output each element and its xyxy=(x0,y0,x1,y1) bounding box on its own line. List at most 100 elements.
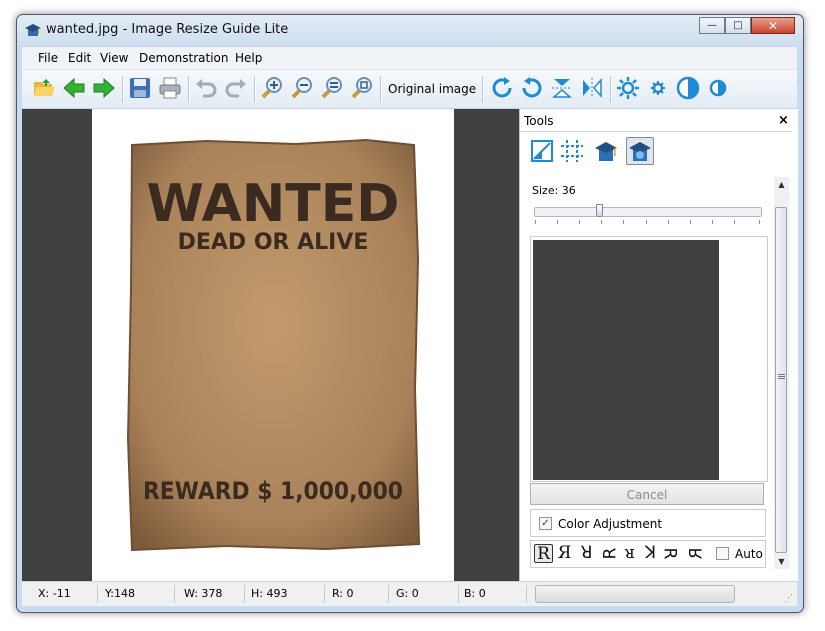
cancel-button[interactable]: Cancel xyxy=(530,483,764,505)
maximize-button[interactable]: □ xyxy=(725,17,751,34)
tools-title: Tools xyxy=(524,114,554,128)
progress-bar xyxy=(535,585,735,603)
rotate-right-icon xyxy=(492,77,512,98)
status-b: B: 0 xyxy=(464,587,486,600)
graduation-cap-sparkle-icon xyxy=(629,142,651,161)
zoom-out-button[interactable] xyxy=(288,74,316,102)
glyph-rotate-180[interactable]: ꓤ xyxy=(577,544,596,563)
client-area: WANTED DEAD OR ALIVE REWARD $ 1,000,000 … xyxy=(22,109,798,581)
status-y: Y:148 xyxy=(105,587,135,600)
scrollbar-thumb[interactable] xyxy=(775,207,787,553)
preview-image xyxy=(533,240,719,480)
contrast-down-button[interactable] xyxy=(704,74,732,102)
menu-edit[interactable]: Edit xyxy=(68,51,91,65)
size-slider-thumb[interactable] xyxy=(596,204,603,217)
flip-horizontal-button[interactable] xyxy=(578,74,606,102)
rotate-left-icon xyxy=(522,77,542,98)
undo-button[interactable] xyxy=(192,74,220,102)
print-button[interactable] xyxy=(156,74,184,102)
rotate-right-button[interactable] xyxy=(488,74,516,102)
orientation-glyph-row: R Я ꓤ ꓤ ᴚ ꓘ ꓤ ꓤ Auto xyxy=(530,540,766,568)
app-graduation-cap-icon xyxy=(25,24,41,36)
redo-icon xyxy=(225,79,246,98)
zoom-in-icon xyxy=(261,77,282,99)
app-window: wanted.jpg - Image Resize Guide Lite — □… xyxy=(16,14,804,613)
original-image-button[interactable]: Original image xyxy=(388,82,476,96)
zoom-actual-button[interactable] xyxy=(348,74,376,102)
flip-horizontal-icon xyxy=(583,78,602,98)
glyph-mirror[interactable]: Я xyxy=(555,544,574,563)
back-button[interactable] xyxy=(60,74,88,102)
status-x: X: -11 xyxy=(38,587,71,600)
contrast-up-button[interactable] xyxy=(674,74,702,102)
scroll-down-arrow-icon[interactable]: ▼ xyxy=(774,554,789,569)
resize-icon xyxy=(531,140,553,162)
save-icon xyxy=(130,78,150,98)
back-arrow-icon xyxy=(63,77,85,99)
menu-view[interactable]: View xyxy=(100,51,128,65)
forward-button[interactable] xyxy=(90,74,118,102)
toolbar: Original image xyxy=(22,70,797,109)
title-bar[interactable]: wanted.jpg - Image Resize Guide Lite — □… xyxy=(17,15,803,45)
forward-arrow-icon xyxy=(93,77,115,99)
tab-resize[interactable] xyxy=(528,137,556,165)
tools-panel: Tools × Size: 36 Cancel ✓ Color Adjustme… xyxy=(519,109,798,581)
glyph-rotate-270[interactable]: ꓤ xyxy=(662,544,682,563)
glyph-transpose[interactable]: ꓤ xyxy=(684,544,704,563)
brightness-down-button[interactable] xyxy=(644,74,672,102)
tools-close-button[interactable]: × xyxy=(778,113,789,128)
crop-grid-icon xyxy=(561,140,583,162)
tab-guide[interactable] xyxy=(592,137,620,165)
brightness-down-icon xyxy=(651,81,665,95)
graduation-cap-icon xyxy=(595,142,617,161)
zoom-actual-icon xyxy=(351,77,372,99)
menu-demonstration[interactable]: Demonstration xyxy=(139,51,229,65)
zoom-fit-button[interactable] xyxy=(318,74,346,102)
auto-label: Auto xyxy=(735,547,763,561)
zoom-out-icon xyxy=(291,77,312,99)
glyph-normal[interactable]: R xyxy=(534,544,553,564)
tools-scrollbar[interactable]: ▲ ▼ xyxy=(774,177,789,569)
resize-grip-icon[interactable]: ⋰ xyxy=(784,594,794,604)
glyph-flip-mirror[interactable]: ꓘ xyxy=(641,544,660,563)
image-view: WANTED DEAD OR ALIVE REWARD $ 1,000,000 xyxy=(92,109,454,581)
menu-file[interactable]: File xyxy=(38,51,58,65)
menu-help[interactable]: Help xyxy=(235,51,262,65)
tools-header: Tools × xyxy=(520,111,792,132)
size-slider[interactable] xyxy=(534,207,762,217)
open-folder-button[interactable] xyxy=(30,74,58,102)
tab-effect[interactable] xyxy=(626,137,654,165)
preview-box xyxy=(530,236,768,482)
minimize-button[interactable]: — xyxy=(699,17,725,34)
status-g: G: 0 xyxy=(396,587,419,600)
tab-trim[interactable] xyxy=(558,137,586,165)
color-adjustment-checkbox[interactable]: ✓ xyxy=(539,517,552,530)
save-button[interactable] xyxy=(126,74,154,102)
status-r: R: 0 xyxy=(332,587,354,600)
contrast-up-icon xyxy=(676,76,700,100)
poster-subline: DEAD OR ALIVE xyxy=(178,230,369,255)
size-label: Size: 36 xyxy=(532,184,576,197)
status-bar: X: -11 Y:148 W: 378 H: 493 R: 0 G: 0 B: … xyxy=(22,581,797,606)
window-title: wanted.jpg - Image Resize Guide Lite xyxy=(46,22,289,37)
glyph-flip-vertical[interactable]: ᴚ xyxy=(620,544,639,563)
zoom-in-button[interactable] xyxy=(258,74,286,102)
glyph-rotate-90[interactable]: ꓤ xyxy=(598,544,618,563)
contrast-down-icon xyxy=(709,79,727,97)
wanted-poster-image: WANTED DEAD OR ALIVE REWARD $ 1,000,000 xyxy=(126,139,420,551)
redo-button[interactable] xyxy=(222,74,250,102)
rotate-left-button[interactable] xyxy=(518,74,546,102)
scroll-up-arrow-icon[interactable]: ▲ xyxy=(774,177,789,192)
color-adjustment-row: ✓ Color Adjustment xyxy=(530,509,766,537)
print-icon xyxy=(159,77,181,99)
flip-vertical-icon xyxy=(552,79,572,98)
status-w: W: 378 xyxy=(184,587,223,600)
image-canvas[interactable]: WANTED DEAD OR ALIVE REWARD $ 1,000,000 xyxy=(22,109,519,581)
brightness-up-icon xyxy=(617,77,639,99)
menu-bar: File Edit View Demonstration Help xyxy=(22,47,797,70)
auto-checkbox[interactable] xyxy=(716,547,729,560)
close-button[interactable]: ✕ xyxy=(751,17,795,34)
brightness-up-button[interactable] xyxy=(614,74,642,102)
flip-vertical-button[interactable] xyxy=(548,74,576,102)
open-folder-icon xyxy=(34,79,55,96)
